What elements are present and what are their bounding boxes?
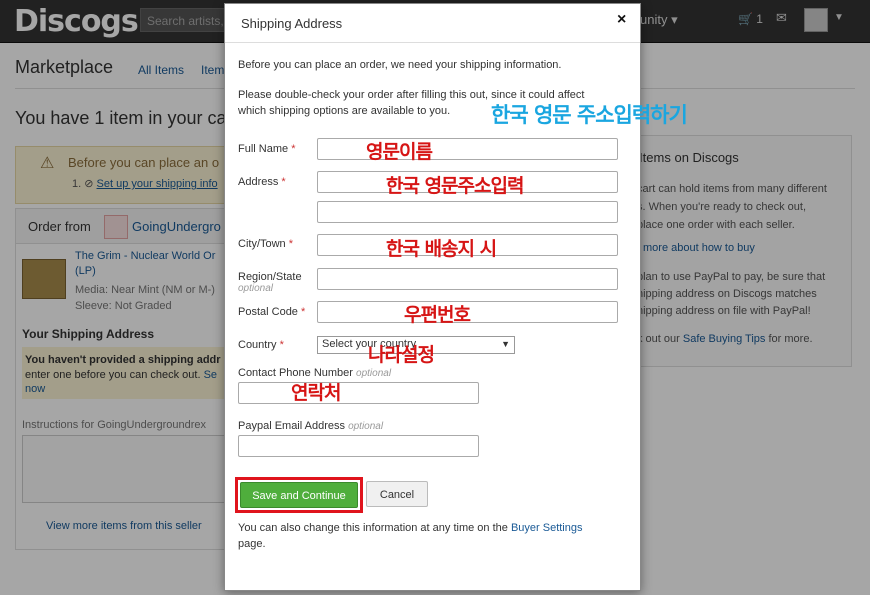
modal-title: Shipping Address [241,16,343,31]
paypal-email-input[interactable] [238,435,479,457]
cancel-button[interactable]: Cancel [366,481,428,507]
modal-footnote: You can also change this information at … [238,522,583,550]
annotation-country: 나라설정 [368,344,435,366]
annotation-address: 한국 영문주소입력 [386,175,524,197]
address-label: Address * [238,176,286,188]
modal-intro: Before you can place an order, we need y… [238,59,562,71]
region-input[interactable] [317,268,618,290]
annotation-postal: 우편번호 [404,304,471,326]
city-label: City/Town * [238,238,294,250]
annotation-phone: 연락처 [291,382,341,404]
region-label: Region/State optional [238,271,302,294]
buyer-settings-link[interactable]: Buyer Settings [511,522,583,534]
full-name-input[interactable] [317,138,618,160]
shipping-address-modal: Shipping Address × Before you can place … [224,3,688,591]
annotation-name: 영문이름 [366,141,433,163]
annotation-city: 한국 배송지 시 [386,238,497,260]
chevron-down-icon: ▼ [501,339,510,349]
region-optional-hint: optional [238,283,274,294]
country-label: Country * [238,339,284,351]
modal-header: Shipping Address × [225,4,640,43]
phone-input[interactable] [238,382,479,404]
annotation-header: 한국 영문 주소입력하기 [491,103,688,127]
paypal-email-label: Paypal Email Address optional [238,420,384,432]
full-name-label: Full Name * [238,143,296,155]
postal-code-label: Postal Code * [238,306,306,318]
close-icon[interactable]: × [617,11,626,29]
address-line2-input[interactable] [317,201,618,223]
save-button-highlight: Save and Continue [235,477,363,513]
save-and-continue-button[interactable]: Save and Continue [240,482,358,508]
